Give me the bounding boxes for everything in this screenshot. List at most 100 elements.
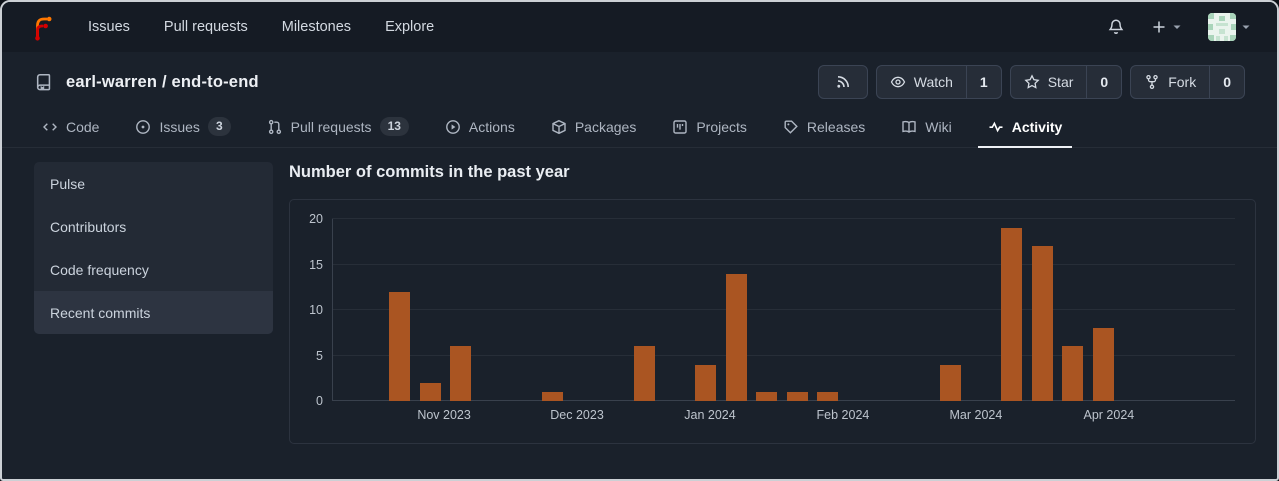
commit-bar-week-23[interactable]: [1092, 328, 1114, 401]
gridline-y-15: [332, 263, 1235, 265]
navbar-links: Issues Pull requests Milestones Explore: [88, 19, 434, 35]
browser-window: Issues Pull requests Milestones Explore: [0, 0, 1279, 481]
repo-tabbar: Code Issues 3 Pull requests 13 Actions P…: [2, 107, 1277, 148]
activity-sidebar: Pulse Contributors Code frequency Recent…: [34, 162, 273, 334]
create-new-dropdown[interactable]: [1151, 19, 1182, 35]
issue-opened-icon: [136, 119, 151, 134]
x-axis-tick-label: Feb 2024: [816, 408, 870, 422]
play-circle-icon: [446, 119, 460, 134]
user-menu-dropdown[interactable]: [1208, 13, 1251, 41]
tab-label: Pull requests: [290, 118, 372, 135]
commit-bar-week-2[interactable]: [450, 346, 472, 401]
nav-item-issues[interactable]: Issues: [88, 19, 130, 35]
repo-header: earl-warren / end-to-end Watch 1 Star 0 …: [2, 52, 1277, 107]
notifications-bell-icon[interactable]: [1107, 18, 1125, 36]
y-axis-tick-label: 15: [309, 257, 323, 272]
pull-requests-count-badge: 13: [379, 117, 409, 136]
fork-button[interactable]: Fork 0: [1130, 65, 1245, 99]
fork-label: Fork: [1168, 74, 1197, 90]
fork-icon: [1146, 74, 1158, 90]
commit-bar-week-21[interactable]: [1031, 246, 1053, 401]
repo-action-buttons: Watch 1 Star 0 Fork 0: [817, 65, 1245, 99]
x-axis-tick-label: Mar 2024: [949, 408, 1003, 422]
commit-bar-week-22[interactable]: [1062, 346, 1084, 401]
rss-icon: [837, 76, 849, 88]
watch-label: Watch: [913, 74, 953, 90]
y-axis-tick-label: 10: [309, 303, 323, 317]
commit-bar-week-5[interactable]: [542, 391, 563, 401]
package-icon: [552, 119, 566, 134]
commits-chart-panel: 0 5 10 15 20 Nov 2023 Dec 2023 Jan 2024 Feb 2024…: [289, 199, 1256, 444]
chart-title: Number of commits in the past year: [289, 163, 570, 181]
tag-icon: [784, 120, 798, 134]
tab-code[interactable]: Code: [32, 107, 109, 148]
code-icon: [43, 122, 57, 131]
y-axis-tick-label: 0: [316, 394, 323, 408]
navbar-right: [1107, 13, 1251, 41]
tab-pull-requests[interactable]: Pull requests 13: [257, 107, 419, 148]
chevron-down-icon: [1242, 25, 1250, 29]
rss-feed-button[interactable]: [817, 65, 868, 99]
commit-bar-week-14[interactable]: [817, 391, 839, 401]
sidebar-item-recent-commits[interactable]: Recent commits: [34, 291, 273, 334]
tab-actions[interactable]: Actions: [435, 107, 525, 148]
tab-wiki[interactable]: Wiki: [891, 107, 961, 148]
tab-issues[interactable]: Issues 3: [125, 107, 240, 148]
plus-icon: [1153, 21, 1165, 33]
tab-activity[interactable]: Activity: [977, 107, 1073, 148]
tab-packages[interactable]: Packages: [541, 107, 646, 148]
project-icon: [673, 119, 688, 134]
y-axis-tick-label: 20: [309, 212, 323, 226]
commit-bar-week-13[interactable]: [786, 391, 808, 401]
star-icon: [1024, 74, 1040, 89]
chart-section: Number of commits in the past year 0 5 10 1…: [289, 162, 1256, 444]
git-pull-request-icon: [268, 119, 281, 134]
fork-count[interactable]: 0: [1209, 66, 1244, 98]
sidebar-item-pulse[interactable]: Pulse: [34, 162, 273, 205]
star-count[interactable]: 0: [1086, 66, 1121, 98]
watch-count[interactable]: 1: [965, 66, 1001, 98]
commit-bar-week-8[interactable]: [633, 346, 655, 401]
star-label: Star: [1047, 74, 1074, 90]
tab-label: Issues: [159, 118, 200, 135]
chevron-down-icon: [1173, 25, 1181, 29]
sidebar-item-code-frequency[interactable]: Code frequency: [34, 248, 273, 291]
tab-projects[interactable]: Projects: [662, 107, 757, 148]
sidebar-item-contributors[interactable]: Contributors: [34, 205, 273, 248]
commit-bar-week-0[interactable]: [389, 291, 410, 401]
commit-bar-week-10[interactable]: [695, 364, 716, 401]
nav-item-pull-requests[interactable]: Pull requests: [164, 19, 248, 35]
x-axis-tick-label: Jan 2024: [684, 408, 736, 422]
commit-bar-week-18[interactable]: [939, 364, 961, 401]
y-axis-line: [332, 219, 333, 401]
tab-label: Packages: [574, 118, 637, 135]
repo-breadcrumb[interactable]: earl-warren / end-to-end: [66, 73, 259, 92]
tab-label: Wiki: [925, 118, 952, 135]
gridline-y-10: [332, 309, 1235, 310]
y-axis-tick-label: 5: [316, 348, 323, 363]
commit-bar-week-12[interactable]: [756, 391, 778, 401]
x-axis-tick-label: Dec 2023: [550, 408, 604, 422]
commit-bar-week-1[interactable]: [419, 382, 441, 401]
tab-label: Projects: [696, 118, 747, 135]
pulse-icon: [989, 121, 1003, 132]
top-navbar: Issues Pull requests Milestones Explore: [2, 2, 1277, 52]
star-button[interactable]: Star 0: [1009, 65, 1123, 99]
repo-title: earl-warren / end-to-end: [34, 73, 259, 92]
repo-icon: [36, 73, 51, 90]
forgejo-logo-icon[interactable]: [30, 13, 56, 41]
commit-bar-week-20[interactable]: [1001, 228, 1022, 401]
tab-releases[interactable]: Releases: [773, 107, 875, 148]
eye-icon: [890, 76, 905, 88]
nav-item-explore[interactable]: Explore: [385, 19, 434, 35]
issues-count-badge: 3: [207, 117, 231, 136]
nav-item-milestones[interactable]: Milestones: [282, 19, 351, 35]
watch-button[interactable]: Watch 1: [875, 65, 1002, 99]
tab-label: Releases: [806, 118, 866, 135]
commits-bar-chart: 0 5 10 15 20 Nov 2023 Dec 2023 Jan 2024 Feb 2024…: [309, 212, 1235, 422]
x-axis-tick-label: Apr 2024: [1083, 408, 1135, 422]
book-icon: [902, 120, 916, 133]
tab-label: Activity: [1011, 118, 1063, 135]
gridline-y-20: [332, 218, 1235, 219]
commit-bar-week-11[interactable]: [725, 273, 747, 401]
